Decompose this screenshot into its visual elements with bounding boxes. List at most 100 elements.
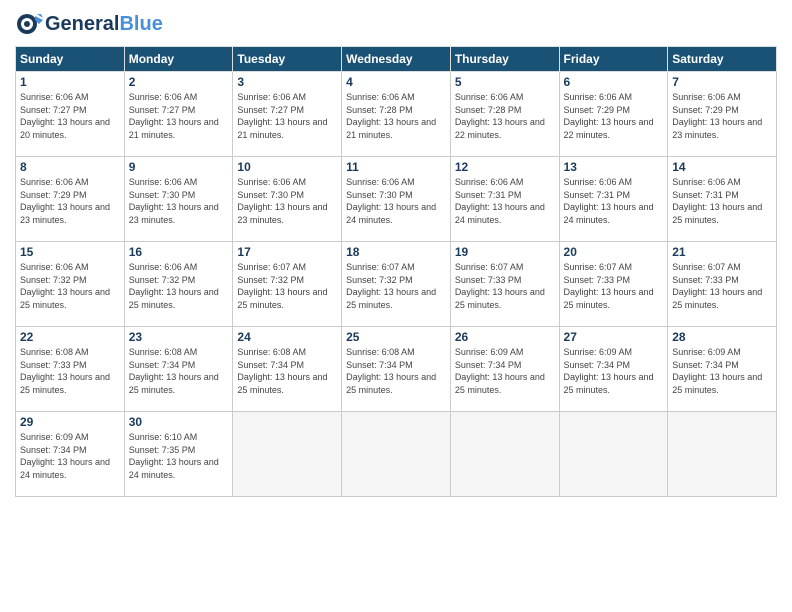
day-info: Sunrise: 6:09 AM Sunset: 7:34 PM Dayligh… — [20, 431, 120, 481]
day-number: 3 — [237, 75, 337, 89]
calendar-week-5: 29 Sunrise: 6:09 AM Sunset: 7:34 PM Dayl… — [16, 412, 777, 497]
day-number: 14 — [672, 160, 772, 174]
day-header-thursday: Thursday — [450, 47, 559, 72]
day-info: Sunrise: 6:06 AM Sunset: 7:30 PM Dayligh… — [237, 176, 337, 226]
day-number: 12 — [455, 160, 555, 174]
calendar-cell: 7 Sunrise: 6:06 AM Sunset: 7:29 PM Dayli… — [668, 72, 777, 157]
day-number: 11 — [346, 160, 446, 174]
day-info: Sunrise: 6:08 AM Sunset: 7:34 PM Dayligh… — [129, 346, 229, 396]
day-number: 6 — [564, 75, 664, 89]
day-info: Sunrise: 6:09 AM Sunset: 7:34 PM Dayligh… — [672, 346, 772, 396]
calendar-table: SundayMondayTuesdayWednesdayThursdayFrid… — [15, 46, 777, 497]
day-info: Sunrise: 6:08 AM Sunset: 7:33 PM Dayligh… — [20, 346, 120, 396]
calendar-cell: 2 Sunrise: 6:06 AM Sunset: 7:27 PM Dayli… — [124, 72, 233, 157]
calendar-cell — [450, 412, 559, 497]
day-number: 16 — [129, 245, 229, 259]
day-info: Sunrise: 6:07 AM Sunset: 7:32 PM Dayligh… — [237, 261, 337, 311]
calendar-cell: 28 Sunrise: 6:09 AM Sunset: 7:34 PM Dayl… — [668, 327, 777, 412]
day-number: 13 — [564, 160, 664, 174]
calendar-cell: 3 Sunrise: 6:06 AM Sunset: 7:27 PM Dayli… — [233, 72, 342, 157]
calendar-cell — [668, 412, 777, 497]
day-info: Sunrise: 6:06 AM Sunset: 7:31 PM Dayligh… — [564, 176, 664, 226]
day-header-monday: Monday — [124, 47, 233, 72]
calendar-cell: 14 Sunrise: 6:06 AM Sunset: 7:31 PM Dayl… — [668, 157, 777, 242]
calendar-cell: 30 Sunrise: 6:10 AM Sunset: 7:35 PM Dayl… — [124, 412, 233, 497]
day-info: Sunrise: 6:06 AM Sunset: 7:31 PM Dayligh… — [455, 176, 555, 226]
calendar-cell: 5 Sunrise: 6:06 AM Sunset: 7:28 PM Dayli… — [450, 72, 559, 157]
calendar-cell: 4 Sunrise: 6:06 AM Sunset: 7:28 PM Dayli… — [342, 72, 451, 157]
logo-icon — [15, 10, 43, 38]
calendar-cell: 8 Sunrise: 6:06 AM Sunset: 7:29 PM Dayli… — [16, 157, 125, 242]
calendar-week-1: 1 Sunrise: 6:06 AM Sunset: 7:27 PM Dayli… — [16, 72, 777, 157]
day-info: Sunrise: 6:06 AM Sunset: 7:28 PM Dayligh… — [346, 91, 446, 141]
day-info: Sunrise: 6:09 AM Sunset: 7:34 PM Dayligh… — [564, 346, 664, 396]
day-number: 20 — [564, 245, 664, 259]
day-number: 27 — [564, 330, 664, 344]
calendar-cell: 15 Sunrise: 6:06 AM Sunset: 7:32 PM Dayl… — [16, 242, 125, 327]
day-number: 18 — [346, 245, 446, 259]
day-info: Sunrise: 6:06 AM Sunset: 7:27 PM Dayligh… — [237, 91, 337, 141]
day-number: 2 — [129, 75, 229, 89]
day-info: Sunrise: 6:06 AM Sunset: 7:29 PM Dayligh… — [20, 176, 120, 226]
day-info: Sunrise: 6:06 AM Sunset: 7:30 PM Dayligh… — [346, 176, 446, 226]
day-info: Sunrise: 6:06 AM Sunset: 7:32 PM Dayligh… — [129, 261, 229, 311]
day-info: Sunrise: 6:06 AM Sunset: 7:27 PM Dayligh… — [20, 91, 120, 141]
calendar-week-2: 8 Sunrise: 6:06 AM Sunset: 7:29 PM Dayli… — [16, 157, 777, 242]
calendar-cell: 17 Sunrise: 6:07 AM Sunset: 7:32 PM Dayl… — [233, 242, 342, 327]
day-info: Sunrise: 6:06 AM Sunset: 7:28 PM Dayligh… — [455, 91, 555, 141]
calendar-header-row: SundayMondayTuesdayWednesdayThursdayFrid… — [16, 47, 777, 72]
day-info: Sunrise: 6:10 AM Sunset: 7:35 PM Dayligh… — [129, 431, 229, 481]
day-header-saturday: Saturday — [668, 47, 777, 72]
day-number: 5 — [455, 75, 555, 89]
day-header-friday: Friday — [559, 47, 668, 72]
calendar-cell: 24 Sunrise: 6:08 AM Sunset: 7:34 PM Dayl… — [233, 327, 342, 412]
calendar-week-4: 22 Sunrise: 6:08 AM Sunset: 7:33 PM Dayl… — [16, 327, 777, 412]
day-number: 10 — [237, 160, 337, 174]
day-info: Sunrise: 6:07 AM Sunset: 7:32 PM Dayligh… — [346, 261, 446, 311]
logo-accent: Blue — [119, 13, 162, 35]
calendar-cell: 16 Sunrise: 6:06 AM Sunset: 7:32 PM Dayl… — [124, 242, 233, 327]
day-info: Sunrise: 6:08 AM Sunset: 7:34 PM Dayligh… — [237, 346, 337, 396]
day-info: Sunrise: 6:06 AM Sunset: 7:29 PM Dayligh… — [672, 91, 772, 141]
day-info: Sunrise: 6:06 AM Sunset: 7:29 PM Dayligh… — [564, 91, 664, 141]
header: GeneralBlue — [15, 10, 777, 38]
calendar-cell — [342, 412, 451, 497]
calendar-cell: 20 Sunrise: 6:07 AM Sunset: 7:33 PM Dayl… — [559, 242, 668, 327]
day-info: Sunrise: 6:09 AM Sunset: 7:34 PM Dayligh… — [455, 346, 555, 396]
day-number: 24 — [237, 330, 337, 344]
day-header-sunday: Sunday — [16, 47, 125, 72]
calendar-cell: 12 Sunrise: 6:06 AM Sunset: 7:31 PM Dayl… — [450, 157, 559, 242]
day-number: 7 — [672, 75, 772, 89]
day-number: 26 — [455, 330, 555, 344]
day-number: 9 — [129, 160, 229, 174]
day-number: 23 — [129, 330, 229, 344]
calendar-cell: 11 Sunrise: 6:06 AM Sunset: 7:30 PM Dayl… — [342, 157, 451, 242]
day-number: 25 — [346, 330, 446, 344]
day-number: 19 — [455, 245, 555, 259]
calendar-cell: 23 Sunrise: 6:08 AM Sunset: 7:34 PM Dayl… — [124, 327, 233, 412]
day-info: Sunrise: 6:08 AM Sunset: 7:34 PM Dayligh… — [346, 346, 446, 396]
day-info: Sunrise: 6:06 AM Sunset: 7:32 PM Dayligh… — [20, 261, 120, 311]
calendar-cell: 6 Sunrise: 6:06 AM Sunset: 7:29 PM Dayli… — [559, 72, 668, 157]
calendar-cell: 13 Sunrise: 6:06 AM Sunset: 7:31 PM Dayl… — [559, 157, 668, 242]
day-number: 1 — [20, 75, 120, 89]
day-number: 4 — [346, 75, 446, 89]
day-number: 28 — [672, 330, 772, 344]
day-number: 17 — [237, 245, 337, 259]
day-number: 30 — [129, 415, 229, 429]
day-header-tuesday: Tuesday — [233, 47, 342, 72]
calendar-cell: 21 Sunrise: 6:07 AM Sunset: 7:33 PM Dayl… — [668, 242, 777, 327]
calendar-cell — [559, 412, 668, 497]
day-info: Sunrise: 6:07 AM Sunset: 7:33 PM Dayligh… — [455, 261, 555, 311]
calendar-week-3: 15 Sunrise: 6:06 AM Sunset: 7:32 PM Dayl… — [16, 242, 777, 327]
day-number: 8 — [20, 160, 120, 174]
day-info: Sunrise: 6:07 AM Sunset: 7:33 PM Dayligh… — [564, 261, 664, 311]
day-info: Sunrise: 6:06 AM Sunset: 7:30 PM Dayligh… — [129, 176, 229, 226]
day-number: 21 — [672, 245, 772, 259]
day-info: Sunrise: 6:06 AM Sunset: 7:31 PM Dayligh… — [672, 176, 772, 226]
calendar-cell: 26 Sunrise: 6:09 AM Sunset: 7:34 PM Dayl… — [450, 327, 559, 412]
calendar-cell: 9 Sunrise: 6:06 AM Sunset: 7:30 PM Dayli… — [124, 157, 233, 242]
day-number: 22 — [20, 330, 120, 344]
day-header-wednesday: Wednesday — [342, 47, 451, 72]
day-info: Sunrise: 6:06 AM Sunset: 7:27 PM Dayligh… — [129, 91, 229, 141]
